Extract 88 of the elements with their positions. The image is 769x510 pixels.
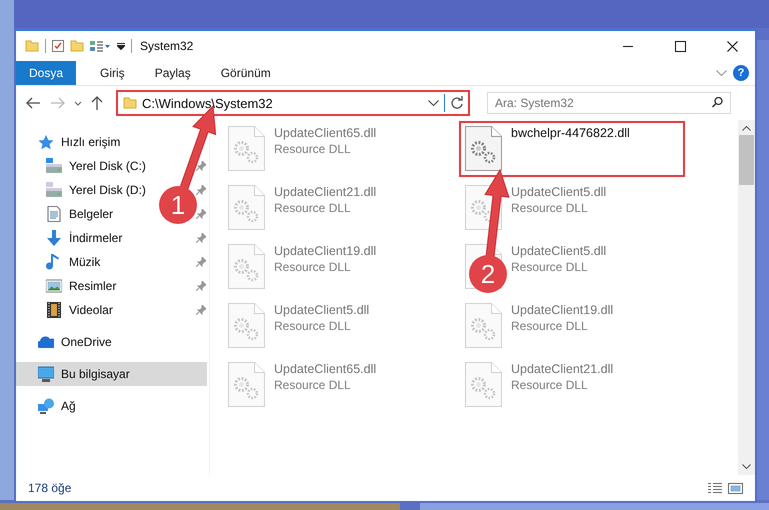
settings-file-icon [228, 362, 266, 408]
file-type: Resource DLL [274, 260, 352, 274]
document-icon [46, 206, 62, 222]
file-name[interactable]: UpdateClient5.dll [511, 185, 606, 199]
file-name[interactable]: UpdateClient5.dll [274, 303, 370, 317]
file-type: Resource DLL [511, 260, 589, 274]
file-name[interactable]: UpdateClient19.dll [274, 244, 376, 258]
pin-icon[interactable] [196, 185, 206, 195]
scrollbar[interactable] [738, 120, 755, 475]
file-type: Resource DLL [274, 201, 352, 215]
sidebar-item[interactable]: Belgeler [69, 207, 114, 221]
drive-icon [46, 182, 62, 198]
file-type: Resource DLL [274, 319, 352, 333]
sidebar-item[interactable]: Yerel Disk (C:) [69, 159, 146, 173]
image-icon [46, 278, 62, 294]
pin-icon[interactable] [196, 281, 206, 291]
refresh-icon[interactable] [450, 96, 463, 110]
cloud-icon [38, 334, 54, 350]
details-view-icon[interactable] [708, 483, 722, 493]
checklist-icon[interactable] [52, 40, 64, 52]
settings-file-icon [228, 126, 266, 172]
scroll-up-icon[interactable] [742, 126, 751, 131]
music-note-icon [46, 254, 62, 270]
back-icon[interactable] [26, 97, 41, 109]
settings-file-icon [465, 126, 503, 172]
chevron-icon[interactable] [716, 70, 727, 76]
star-icon [38, 134, 54, 150]
file-name[interactable]: bwchelpr-4476822.dll [511, 126, 630, 140]
file-name[interactable]: UpdateClient21.dll [511, 362, 614, 376]
computer-icon [38, 366, 54, 382]
settings-file-icon [228, 185, 266, 231]
dropdown-icon[interactable] [74, 100, 82, 106]
address-path: C:\Windows\System32 [142, 96, 274, 110]
sidebar-item[interactable]: Hızlı erişim [61, 135, 120, 149]
step-badge: 1 [159, 186, 197, 224]
search-icon [712, 97, 723, 108]
step-badge: 2 [469, 255, 507, 293]
sidebar-item[interactable]: Ağ [61, 399, 76, 413]
dropdown-icon[interactable] [428, 100, 439, 106]
sidebar-item[interactable]: OneDrive [61, 335, 112, 349]
sidebar-item[interactable]: Bu bilgisayar [61, 367, 130, 381]
maximize-icon[interactable] [674, 40, 686, 52]
ribbon-tab[interactable]: Görünüm [208, 61, 283, 85]
item-count: 178 öğe [28, 481, 72, 495]
network-icon [38, 398, 54, 414]
file-type: Resource DLL [511, 201, 589, 215]
sidebar-item[interactable]: Videolar [69, 303, 113, 317]
pin-icon[interactable] [196, 209, 206, 219]
search-field[interactable]: Ara: System32 [487, 92, 731, 114]
drive-icon [46, 158, 62, 174]
settings-file-icon [228, 303, 266, 349]
download-icon [46, 230, 62, 246]
settings-file-icon [465, 362, 503, 408]
file-type: Resource DLL [274, 142, 352, 156]
settings-file-icon [465, 303, 503, 349]
pin-icon[interactable] [196, 233, 206, 243]
file-name[interactable]: UpdateClient19.dll [511, 303, 614, 317]
sidebar-item[interactable]: Yerel Disk (D:) [69, 183, 146, 197]
ribbon-tab[interactable]: Paylaş [142, 61, 203, 85]
file-name[interactable]: UpdateClient21.dll [274, 185, 376, 199]
address-bar[interactable]: C:\Windows\System32 [116, 90, 470, 116]
file-name[interactable]: UpdateClient65.dll [274, 362, 376, 376]
sidebar-item[interactable]: Müzik [69, 255, 100, 269]
window-title: System32 [140, 39, 194, 53]
up-icon[interactable] [91, 96, 103, 110]
pin-icon[interactable] [196, 257, 206, 267]
customize-icon[interactable] [117, 42, 125, 50]
tiles-view-icon[interactable] [728, 482, 743, 494]
view-icon[interactable] [90, 40, 111, 52]
help-button[interactable]: ? [733, 65, 749, 81]
file-name[interactable]: UpdateClient5.dll [511, 244, 606, 258]
selected-row-highlight[interactable]: Bu bilgisayar [16, 362, 207, 386]
settings-file-icon [228, 244, 266, 290]
file-type: Resource DLL [511, 378, 589, 392]
pin-icon[interactable] [196, 305, 206, 315]
sidebar-item[interactable]: İndirmeler [69, 231, 122, 245]
folder-icon [123, 97, 137, 109]
close-icon[interactable] [726, 40, 738, 52]
film-icon [46, 302, 62, 318]
scroll-down-icon[interactable] [742, 464, 751, 469]
ribbon-tab[interactable]: Dosya [16, 61, 76, 85]
ribbon-tab[interactable]: Giriş [88, 61, 137, 85]
pin-icon[interactable] [196, 161, 206, 171]
file-type: Resource DLL [274, 378, 352, 392]
scroll-thumb[interactable] [739, 135, 754, 185]
sidebar-item[interactable]: Resimler [69, 279, 116, 293]
file-type: Resource DLL [511, 319, 589, 333]
file-name[interactable]: UpdateClient65.dll [274, 126, 376, 140]
